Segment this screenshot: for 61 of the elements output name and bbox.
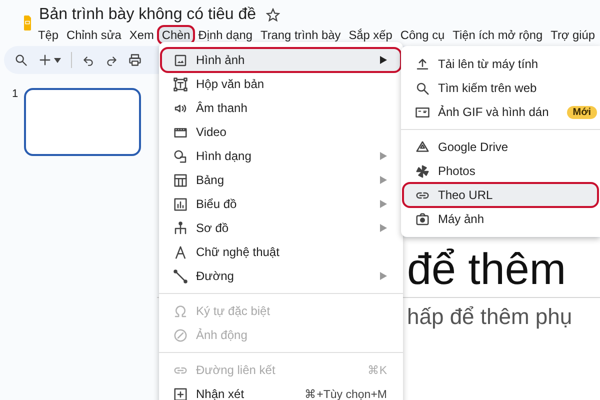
menu-item[interactable]: Âm thanh [161,96,401,120]
menu-item[interactable]: Tải lên từ máy tính [403,52,598,76]
menu-bar-item[interactable]: Trợ giúp [548,27,598,43]
diagram-icon [173,220,188,236]
menu-item[interactable]: Google Drive [403,135,598,159]
menu-bar-item[interactable]: Chỉnh sửa [64,27,124,43]
menu-item[interactable]: Đường [161,264,401,288]
menu-item[interactable]: Bảng [161,168,401,192]
menu-item[interactable]: Theo URL [403,183,598,207]
printer-icon[interactable] [128,53,142,67]
menu-item[interactable]: Photos [403,159,598,183]
add-comment-icon [173,386,188,400]
shortcut-hint: ⌘K [367,364,387,377]
slide-thumbnail[interactable] [24,88,142,156]
plus-icon[interactable] [38,53,52,67]
submenu-arrow-icon [380,272,387,280]
slide-number: 1 [12,88,18,100]
menu-bar-item[interactable]: Chèn [158,27,194,43]
omega-icon [173,304,188,318]
menu-bar-item[interactable]: Trang trình bày [258,27,344,43]
menu-bar-item[interactable]: Định dạng [195,27,256,43]
subtitle-placeholder[interactable]: hấp để thêm phụ [407,298,600,330]
undo-icon[interactable] [82,54,95,66]
submenu-arrow-icon [380,176,387,184]
submenu-arrow-icon [380,152,387,160]
document-title[interactable]: Bản trình bày không có tiêu đề [39,6,256,24]
menu-item[interactable]: Máy ảnh [403,207,598,231]
menu-item[interactable]: Chữ nghệ thuật [161,240,401,264]
menu-item[interactable]: Tìm kiếm trên web [403,76,598,100]
shapes-icon [173,148,188,164]
line-icon [173,268,188,284]
search-icon [415,80,430,96]
menu-item[interactable]: Hộp văn bản [161,72,401,96]
upload-icon [415,56,430,72]
menu-bar-item[interactable]: Công cụ [397,27,448,43]
menu-item[interactable]: Ảnh GIF và hình dán Mới [403,100,598,124]
image-icon [173,52,188,68]
menu-bar-item[interactable]: Xem [126,27,157,43]
star-icon[interactable] [266,8,280,22]
submenu-arrow-icon [380,56,387,64]
submenu-arrow-icon [380,224,387,232]
letter-a-icon [173,244,188,260]
menu-bar-item[interactable]: Sắp xếp [346,27,396,43]
menu-item[interactable]: Hình ảnh [161,48,401,72]
menu-item[interactable]: Sơ đồ [161,216,401,240]
menu-bar-item[interactable]: Tệp [35,27,62,43]
redo-icon[interactable] [105,54,118,66]
menu-item[interactable]: Hình dạng [161,144,401,168]
menu-item[interactable]: Biểu đồ [161,192,401,216]
search-icon[interactable] [14,53,28,67]
submenu-arrow-icon [380,200,387,208]
pinwheel-icon [415,164,430,178]
text-box-icon [173,76,188,92]
menu-bar-item[interactable]: Tiện ích mở rộng [450,27,546,43]
new-badge: Mới [566,106,597,118]
camera-icon [415,212,430,226]
triangle-drive-icon [415,140,430,154]
table-icon [173,172,188,188]
caret-icon[interactable] [54,58,61,62]
bar-chart-icon [173,196,188,212]
menu-item[interactable]: Video [161,120,401,144]
